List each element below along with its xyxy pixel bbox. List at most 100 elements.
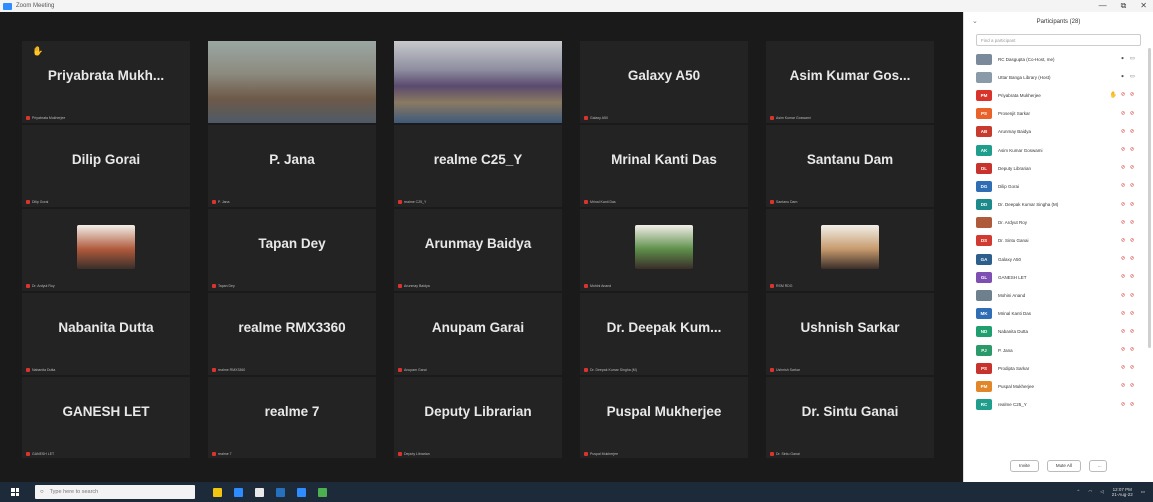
notification-icon[interactable]: ▭: [1141, 489, 1145, 495]
mic-muted-icon[interactable]: ⊘: [1121, 92, 1126, 98]
camera-off-icon[interactable]: ⊘: [1130, 111, 1137, 116]
participant-tile[interactable]: Mohini Anand: [580, 209, 748, 291]
camera-off-icon[interactable]: ⊘: [1130, 256, 1137, 262]
participant-row[interactable]: AB Arunmay Baidya ⊘ ⊘: [976, 123, 1141, 141]
camera-off-icon[interactable]: ⊘: [1130, 347, 1137, 353]
mic-muted-icon[interactable]: ⊘: [1121, 329, 1126, 334]
participant-tile[interactable]: Galaxy A50 Galaxy A50: [580, 41, 748, 123]
participant-tile[interactable]: realme 7 realme 7: [208, 377, 376, 459]
mic-muted-icon[interactable]: ⊘: [1121, 347, 1126, 353]
mic-muted-icon[interactable]: ⊘: [1121, 129, 1126, 134]
camera-off-icon[interactable]: ⊘: [1130, 402, 1137, 407]
taskbar-clock[interactable]: 12:07 PM 21-Aug-22: [1112, 487, 1133, 497]
mic-on-icon[interactable]: ●: [1121, 74, 1126, 80]
participant-row[interactable]: PJ P. Jana ⊘ ⊘: [976, 341, 1141, 359]
participant-row[interactable]: PS Prosenjit Sarkar ⊘ ⊘: [976, 105, 1141, 123]
participant-tile[interactable]: Dr. Deepak Kum... Dr. Deepak Kumar Singha…: [580, 293, 748, 375]
participant-row[interactable]: DG Dilip Gorai ⊘ ⊘: [976, 177, 1141, 195]
participant-tile[interactable]: ✋ Priyabrata Mukh... Priyabrata Mukherjee: [22, 41, 190, 123]
participant-row[interactable]: RC Dasgupta (Co-Host, me) ● ▭: [976, 50, 1141, 68]
mic-muted-icon[interactable]: ⊘: [1121, 165, 1126, 171]
camera-off-icon[interactable]: ⊘: [1130, 220, 1137, 225]
taskbar-app-icon[interactable]: [297, 487, 306, 497]
participant-row[interactable]: ND Nabanita Dutta ⊘ ⊘: [976, 323, 1141, 341]
participant-row[interactable]: DS Dr. Sintu Ganai ⊘ ⊘: [976, 232, 1141, 250]
participant-tile[interactable]: Mrinal Kanti Das Mrinal Kanti Das: [580, 125, 748, 207]
mic-muted-icon[interactable]: ⊘: [1121, 256, 1126, 262]
camera-off-icon[interactable]: ⊘: [1130, 129, 1137, 134]
taskbar-app-icon[interactable]: [276, 487, 285, 497]
minimize-window-icon[interactable]: —: [1099, 0, 1107, 12]
participant-tile[interactable]: Nabanita Dutta Nabanita Dutta: [22, 293, 190, 375]
participant-row[interactable]: GL GANESH LET ⊘ ⊘: [976, 268, 1141, 286]
participant-row[interactable]: Mohini Anand ⊘ ⊘: [976, 286, 1141, 304]
camera-on-icon[interactable]: ▭: [1130, 74, 1137, 80]
mic-muted-icon[interactable]: ⊘: [1121, 293, 1126, 298]
participant-row[interactable]: RC realme C25_Y ⊘ ⊘: [976, 396, 1141, 414]
participant-row[interactable]: AK Asim Kumar Goswami ⊘ ⊘: [976, 141, 1141, 159]
participant-tile[interactable]: Dilip Gorai Dilip Gorai: [22, 125, 190, 207]
tray-arrow-icon[interactable]: ⌃: [1077, 489, 1081, 495]
mic-muted-icon[interactable]: ⊘: [1121, 202, 1126, 207]
taskbar-search-box[interactable]: ○ Type here to search: [35, 485, 195, 499]
collapse-panel-icon[interactable]: ⌄: [972, 12, 978, 32]
participant-tile[interactable]: Dr. Ardyut Roy: [22, 209, 190, 291]
volume-icon[interactable]: ◁: [1100, 489, 1103, 495]
close-window-icon[interactable]: ✕: [1140, 0, 1147, 12]
participant-tile[interactable]: realme C25_Y realme C25_Y: [394, 125, 562, 207]
participant-row[interactable]: PS Prodipta Sarkar ⊘ ⊘: [976, 359, 1141, 377]
taskbar-app-icon[interactable]: [255, 487, 264, 497]
participant-row[interactable]: Dr. Ardyut Roy ⊘ ⊘: [976, 214, 1141, 232]
camera-off-icon[interactable]: ⊘: [1130, 147, 1137, 153]
wifi-icon[interactable]: ◠: [1088, 489, 1092, 495]
participant-tile[interactable]: Tapan Dey Tapan Dey: [208, 209, 376, 291]
participant-tile[interactable]: Arunmay Baidya Arunmay Baidya: [394, 209, 562, 291]
participant-tile[interactable]: Santanu Dam Santanu Dam: [766, 125, 934, 207]
participant-tile[interactable]: RSM RDG: [766, 209, 934, 291]
invite-button[interactable]: Invite: [1010, 460, 1039, 472]
mute-all-button[interactable]: Mute All: [1046, 460, 1081, 472]
mic-muted-icon[interactable]: ⊘: [1121, 147, 1126, 153]
participant-tile[interactable]: Ushnish Sarkar Ushnish Sarkar: [766, 293, 934, 375]
participant-tile[interactable]: [208, 41, 376, 123]
mic-muted-icon[interactable]: ⊘: [1121, 238, 1126, 243]
participant-tile[interactable]: [394, 41, 562, 123]
camera-on-icon[interactable]: ▭: [1130, 56, 1137, 62]
camera-off-icon[interactable]: ⊘: [1130, 202, 1137, 207]
camera-off-icon[interactable]: ⊘: [1130, 274, 1137, 280]
participant-row[interactable]: DL Deputy Librarian ⊘ ⊘: [976, 159, 1141, 177]
mic-muted-icon[interactable]: ⊘: [1121, 311, 1126, 316]
participant-tile[interactable]: realme RMX3360 realme RMX3360: [208, 293, 376, 375]
participant-row[interactable]: DD Dr. Deepak Kumar Singha (M) ⊘ ⊘: [976, 196, 1141, 214]
mic-on-icon[interactable]: ●: [1121, 56, 1126, 62]
mic-muted-icon[interactable]: ⊘: [1121, 111, 1126, 116]
maximize-window-icon[interactable]: ⧉: [1121, 0, 1127, 12]
participant-tile[interactable]: Puspal Mukherjee Puspal Mukherjee: [580, 377, 748, 459]
camera-off-icon[interactable]: ⊘: [1130, 293, 1137, 298]
participant-row[interactable]: PM Priyabrata Mukherjee ✋ ⊘ ⊘: [976, 86, 1141, 104]
participant-search-input[interactable]: Find a participant: [976, 34, 1141, 46]
participant-row[interactable]: MK Mrinal Kanti Das ⊘ ⊘: [976, 305, 1141, 323]
participant-tile[interactable]: GANESH LET GANESH LET: [22, 377, 190, 459]
camera-off-icon[interactable]: ⊘: [1130, 329, 1137, 334]
mic-muted-icon[interactable]: ⊘: [1121, 383, 1126, 389]
participant-tile[interactable]: Anupam Garai Anupam Garai: [394, 293, 562, 375]
participant-row[interactable]: GA Galaxy A50 ⊘ ⊘: [976, 250, 1141, 268]
participant-tile[interactable]: Asim Kumar Gos... Asim Kumar Goswami: [766, 41, 934, 123]
mic-muted-icon[interactable]: ⊘: [1121, 274, 1126, 280]
camera-off-icon[interactable]: ⊘: [1130, 183, 1137, 189]
participant-tile[interactable]: Deputy Librarian Deputy Librarian: [394, 377, 562, 459]
participant-tile[interactable]: P. Jana P. Jana: [208, 125, 376, 207]
mic-muted-icon[interactable]: ⊘: [1121, 365, 1126, 371]
camera-off-icon[interactable]: ⊘: [1130, 92, 1137, 98]
participant-tile[interactable]: Dr. Sintu Ganai Dr. Sintu Ganai: [766, 377, 934, 459]
mic-muted-icon[interactable]: ⊘: [1121, 183, 1126, 189]
participant-row[interactable]: PM Puspal Mukherjee ⊘ ⊘: [976, 377, 1141, 395]
camera-off-icon[interactable]: ⊘: [1130, 383, 1137, 389]
mic-muted-icon[interactable]: ⊘: [1121, 220, 1126, 225]
camera-off-icon[interactable]: ⊘: [1130, 365, 1137, 371]
participant-row[interactable]: Uttar Banga Library (Host) ● ▭: [976, 68, 1141, 86]
camera-off-icon[interactable]: ⊘: [1130, 165, 1137, 171]
windows-start-icon[interactable]: [11, 488, 19, 496]
taskbar-app-icon[interactable]: [234, 487, 243, 497]
